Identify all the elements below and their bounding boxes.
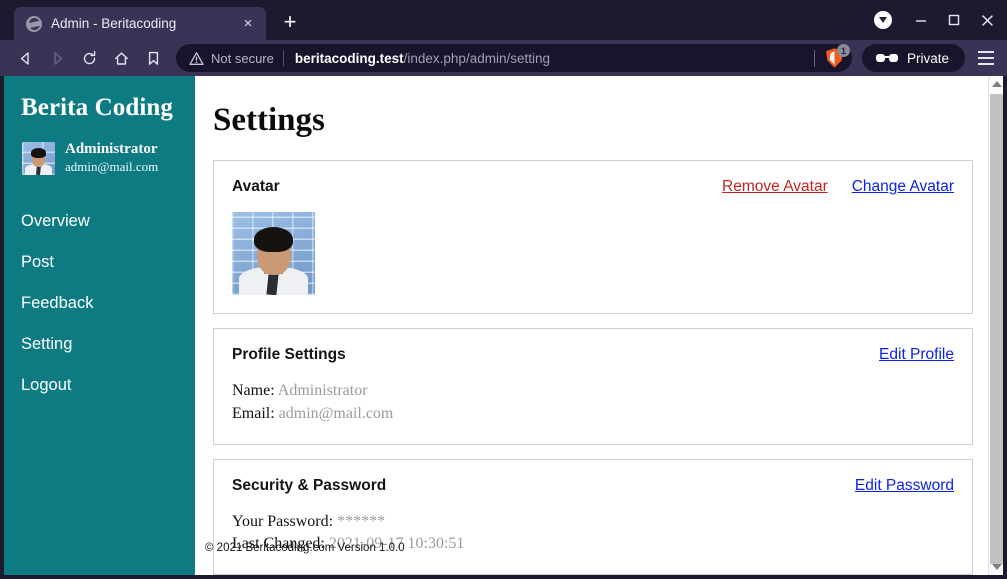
profile-card: Profile Settings Edit Profile Name: Admi… [213, 328, 973, 445]
scroll-up-arrow[interactable] [989, 76, 1003, 92]
profile-name-value: Administrator [277, 382, 368, 400]
profile-email-label: Email: [232, 405, 275, 423]
reload-icon[interactable] [74, 44, 104, 72]
avatar-card: Avatar Remove Avatar Change Avatar [213, 160, 973, 315]
close-icon[interactable]: × [238, 14, 258, 34]
globe-icon [26, 15, 42, 32]
main-content: Settings Avatar Remove Avatar Change Ava… [195, 76, 1003, 575]
download-icon[interactable] [874, 11, 892, 29]
window-controls [874, 8, 1001, 32]
url-host: beritacoding.test [294, 50, 404, 66]
browser-title-bar: Admin - Beritacoding × + [0, 0, 1007, 40]
back-arrow-icon[interactable] [10, 44, 40, 72]
vertical-scrollbar[interactable] [988, 76, 1003, 575]
avatar-card-title: Avatar [232, 178, 280, 196]
avatar [22, 141, 55, 175]
user-photo [232, 212, 315, 296]
url-text: beritacoding.test/index.php/admin/settin… [295, 51, 806, 66]
edit-password-link[interactable]: Edit Password [855, 477, 954, 495]
avatar-card-header: Avatar Remove Avatar Change Avatar [232, 178, 954, 196]
security-card-header: Security & Password Edit Password [232, 477, 954, 495]
sidebar-item-feedback[interactable]: Feedback [4, 283, 195, 324]
sidebar-item-post[interactable]: Post [4, 242, 195, 283]
remove-avatar-link[interactable]: Remove Avatar [722, 178, 828, 196]
sidebar-user-block: Administrator admin@mail.com [4, 122, 195, 177]
sidebar-item-setting[interactable]: Setting [4, 324, 195, 365]
profile-card-header: Profile Settings Edit Profile [232, 346, 954, 364]
address-divider [282, 50, 284, 66]
sidebar-user-name: Administrator [65, 141, 158, 157]
tab-title: Admin - Beritacoding [51, 16, 177, 31]
avatar-card-actions: Remove Avatar Change Avatar [722, 178, 954, 196]
password-value: ****** [337, 512, 386, 530]
sidebar-user-email: admin@mail.com [65, 159, 159, 175]
actions-divider [813, 49, 815, 67]
profile-card-actions: Edit Profile [879, 346, 954, 364]
new-tab-button[interactable]: + [276, 9, 304, 37]
forward-arrow-icon [42, 44, 72, 72]
security-card: Security & Password Edit Password Your P… [213, 458, 973, 575]
maximize-button[interactable] [940, 8, 968, 32]
security-card-title: Security & Password [232, 476, 387, 494]
settings-cards: Avatar Remove Avatar Change Avatar Profi… [195, 138, 1003, 575]
url-path: /index.php/admin/setting [403, 50, 550, 66]
password-label: Your Password: [232, 512, 334, 530]
shield-count-badge: 1 [836, 44, 850, 57]
address-bar-actions: 1 [806, 44, 850, 69]
brand-title: Berita Coding [21, 94, 173, 121]
profile-details: Name: Administrator Email: admin@mail.co… [232, 380, 954, 425]
profile-name-label: Name: [232, 382, 275, 400]
security-status-label: Not secure [211, 50, 274, 66]
minimize-button[interactable] [907, 8, 935, 32]
brave-shield-icon[interactable]: 1 [824, 44, 850, 69]
sidebar-nav: Overview Post Feedback Setting Logout [4, 201, 195, 406]
private-window-button[interactable]: Private [861, 44, 965, 72]
address-bar[interactable]: Not secure beritacoding.test/index.php/a… [176, 44, 852, 72]
browser-toolbar: Not secure beritacoding.test/index.php/a… [0, 40, 1007, 76]
profile-name-row: Name: Administrator [232, 380, 954, 403]
page-viewport: Berita Coding Administrator admin@mail.c… [4, 76, 1003, 575]
avatar-image [232, 212, 315, 296]
page-footer: © 2021 Beritacoding.com Version 1.0.0 [205, 542, 405, 554]
edit-profile-link[interactable]: Edit Profile [879, 346, 954, 364]
home-icon[interactable] [106, 44, 136, 72]
warning-triangle-icon [189, 51, 204, 66]
security-card-actions: Edit Password [855, 477, 954, 495]
browser-tab[interactable]: Admin - Beritacoding × [14, 7, 266, 40]
sunglasses-icon [875, 53, 898, 64]
profile-email-row: Email: admin@mail.com [232, 403, 954, 426]
bookmark-icon[interactable] [138, 44, 168, 72]
hamburger-menu-icon[interactable] [973, 45, 999, 71]
close-window-button[interactable] [973, 8, 1001, 32]
sidebar-item-logout[interactable]: Logout [4, 365, 195, 406]
change-avatar-link[interactable]: Change Avatar [852, 178, 954, 196]
sidebar-user-meta: Administrator admin@mail.com [65, 140, 158, 177]
profile-email-value: admin@mail.com [278, 405, 394, 423]
browser-window: Admin - Beritacoding × + Not secure beri… [0, 0, 1007, 579]
sidebar-item-overview[interactable]: Overview [4, 201, 195, 242]
scrollbar-thumb[interactable] [990, 94, 1003, 564]
profile-card-title: Profile Settings [232, 346, 346, 364]
scroll-down-arrow[interactable] [989, 559, 1003, 575]
page-title: Settings [213, 102, 325, 138]
password-row: Your Password: ****** [232, 511, 954, 534]
app-sidebar: Berita Coding Administrator admin@mail.c… [4, 76, 195, 575]
user-photo [22, 141, 55, 175]
private-label: Private [906, 50, 949, 66]
